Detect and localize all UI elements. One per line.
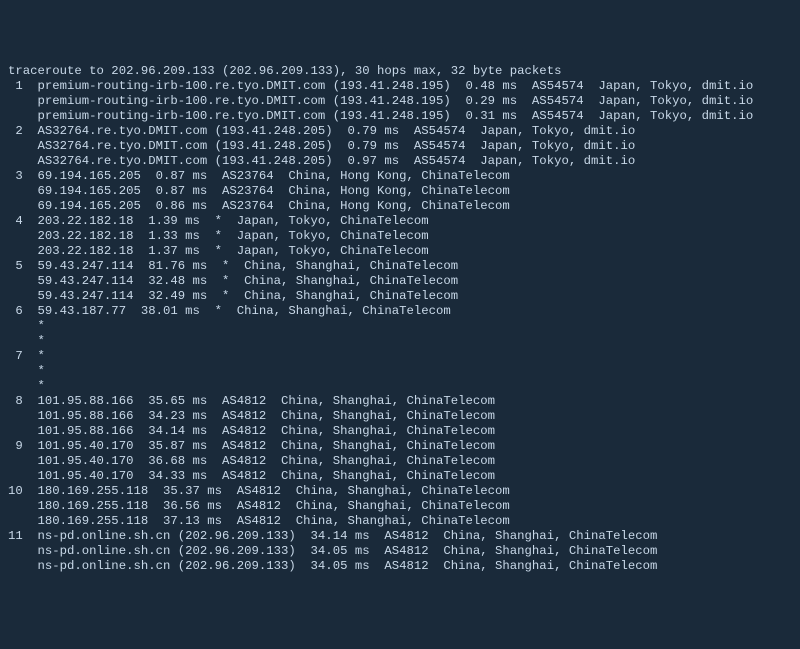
hop-line: 11 ns-pd.online.sh.cn (202.96.209.133) 3…	[8, 529, 792, 544]
hop-line: ns-pd.online.sh.cn (202.96.209.133) 34.0…	[8, 559, 792, 574]
hop-line: premium-routing-irb-100.re.tyo.DMIT.com …	[8, 109, 792, 124]
hop-line: 59.43.247.114 32.48 ms * China, Shanghai…	[8, 274, 792, 289]
hop-line: *	[8, 334, 792, 349]
traceroute-header: traceroute to 202.96.209.133 (202.96.209…	[8, 64, 792, 79]
hop-line: 10 180.169.255.118 35.37 ms AS4812 China…	[8, 484, 792, 499]
hop-line: 9 101.95.40.170 35.87 ms AS4812 China, S…	[8, 439, 792, 454]
hop-line: AS32764.re.tyo.DMIT.com (193.41.248.205)…	[8, 154, 792, 169]
hop-line: 101.95.40.170 36.68 ms AS4812 China, Sha…	[8, 454, 792, 469]
hop-line: 1 premium-routing-irb-100.re.tyo.DMIT.co…	[8, 79, 792, 94]
hop-line: 180.169.255.118 37.13 ms AS4812 China, S…	[8, 514, 792, 529]
hop-line: 203.22.182.18 1.33 ms * Japan, Tokyo, Ch…	[8, 229, 792, 244]
hop-line: 101.95.88.166 34.14 ms AS4812 China, Sha…	[8, 424, 792, 439]
hop-line: 5 59.43.247.114 81.76 ms * China, Shangh…	[8, 259, 792, 274]
hop-line: 203.22.182.18 1.37 ms * Japan, Tokyo, Ch…	[8, 244, 792, 259]
hop-line: *	[8, 379, 792, 394]
hop-line: *	[8, 319, 792, 334]
hop-line: 8 101.95.88.166 35.65 ms AS4812 China, S…	[8, 394, 792, 409]
hop-line: premium-routing-irb-100.re.tyo.DMIT.com …	[8, 94, 792, 109]
hop-line: AS32764.re.tyo.DMIT.com (193.41.248.205)…	[8, 139, 792, 154]
hop-line: 3 69.194.165.205 0.87 ms AS23764 China, …	[8, 169, 792, 184]
hop-line: 180.169.255.118 36.56 ms AS4812 China, S…	[8, 499, 792, 514]
hop-line: 4 203.22.182.18 1.39 ms * Japan, Tokyo, …	[8, 214, 792, 229]
hop-line: 6 59.43.187.77 38.01 ms * China, Shangha…	[8, 304, 792, 319]
hop-line: 7 *	[8, 349, 792, 364]
hop-line: 2 AS32764.re.tyo.DMIT.com (193.41.248.20…	[8, 124, 792, 139]
hop-line: *	[8, 364, 792, 379]
hop-line: 59.43.247.114 32.49 ms * China, Shanghai…	[8, 289, 792, 304]
hop-line: 101.95.88.166 34.23 ms AS4812 China, Sha…	[8, 409, 792, 424]
hop-line: 101.95.40.170 34.33 ms AS4812 China, Sha…	[8, 469, 792, 484]
hop-line: 69.194.165.205 0.86 ms AS23764 China, Ho…	[8, 199, 792, 214]
hop-line: ns-pd.online.sh.cn (202.96.209.133) 34.0…	[8, 544, 792, 559]
terminal-output: traceroute to 202.96.209.133 (202.96.209…	[8, 64, 792, 574]
hop-line: 69.194.165.205 0.87 ms AS23764 China, Ho…	[8, 184, 792, 199]
